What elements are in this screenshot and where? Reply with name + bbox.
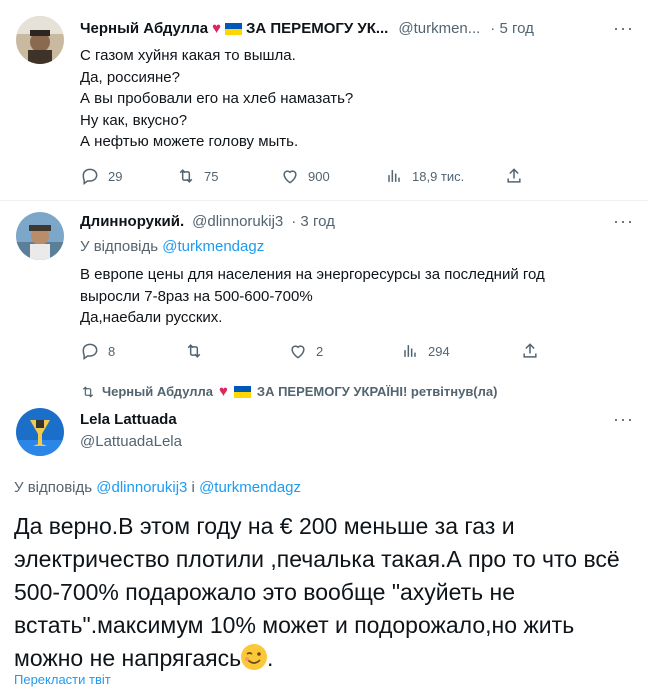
avatar[interactable] bbox=[16, 408, 64, 456]
more-options-button[interactable]: ··· bbox=[613, 18, 634, 39]
ukraine-flag-icon bbox=[233, 385, 251, 398]
more-options-button[interactable]: ··· bbox=[613, 211, 634, 232]
translate-tweet-link[interactable]: Перекласти твіт bbox=[14, 672, 111, 687]
reply-mention[interactable]: @turkmendagz bbox=[162, 238, 264, 255]
handle[interactable]: @dlinnorukij3 bbox=[192, 213, 283, 230]
timestamp[interactable]: · 3 год bbox=[291, 213, 335, 230]
tweet-header: Длиннорукий. @dlinnorukij3 · 3 год bbox=[80, 213, 335, 230]
like-count: 2 bbox=[316, 343, 324, 359]
retweet-banner[interactable]: Черный Абдулла ♥ ЗА ПЕРЕМОГУ УКРАЇНІ! ре… bbox=[80, 383, 497, 400]
view-count: 18,9 тис. bbox=[412, 168, 465, 184]
tweet-text: С газом хуйня какая то вышла. Да, россия… bbox=[80, 45, 353, 153]
heart-emoji-icon: ♥ bbox=[212, 20, 221, 37]
retweet-button[interactable] bbox=[184, 341, 288, 361]
reply-icon bbox=[82, 343, 98, 360]
display-name[interactable]: Черный Абдулла bbox=[80, 20, 208, 37]
views-button[interactable]: 294 bbox=[400, 341, 520, 361]
ukraine-flag-icon bbox=[225, 22, 242, 35]
text-line: С газом хуйня какая то вышла. bbox=[80, 47, 296, 64]
winking-face-emoji-icon bbox=[241, 644, 268, 670]
action-bar: 8 2 294 bbox=[80, 341, 560, 361]
reply-button[interactable]: 29 bbox=[80, 166, 176, 186]
text-line: Да,наебали русских. bbox=[80, 309, 223, 326]
views-button[interactable]: 18,9 тис. bbox=[384, 166, 504, 186]
display-name[interactable]: Длиннорукий. bbox=[80, 213, 184, 230]
heart-icon bbox=[283, 170, 297, 184]
tweet-body: Да верно.В этом году на € 200 меньше за … bbox=[14, 513, 620, 671]
like-button[interactable]: 900 bbox=[280, 166, 384, 186]
analytics-icon bbox=[404, 345, 416, 357]
tweet-header: Черный Абдулла ♥ ЗА ПЕРЕМОГУ УК... @turk… bbox=[80, 20, 534, 37]
retweet-icon bbox=[187, 344, 201, 358]
reply-prefix: У відповідь bbox=[14, 479, 93, 496]
avatar[interactable] bbox=[16, 212, 64, 260]
text-line: В европе цены для населения на энергорес… bbox=[80, 266, 545, 283]
display-name[interactable]: Lela Lattuada bbox=[80, 411, 177, 428]
tweet-1[interactable]: Черный Абдулла ♥ ЗА ПЕРЕМОГУ УК... @turk… bbox=[0, 0, 648, 200]
reply-mention[interactable]: @turkmendagz bbox=[199, 479, 301, 496]
retweet-icon bbox=[82, 385, 94, 398]
retweet-suffix: ЗА ПЕРЕМОГУ УКРАЇНІ! ретвітнув(ла) bbox=[256, 384, 498, 399]
analytics-icon bbox=[388, 170, 400, 182]
reply-context: У відповідь @dlinnorukij3 і @turkmendagz bbox=[14, 479, 301, 496]
share-button[interactable] bbox=[504, 166, 524, 186]
text-line: Ну как, вкусно? bbox=[80, 111, 188, 129]
like-count: 900 bbox=[308, 168, 330, 184]
retweet-count: 75 bbox=[204, 168, 219, 184]
timestamp[interactable]: · 5 год bbox=[490, 20, 534, 37]
reply-icon bbox=[82, 168, 98, 185]
retweeter-name[interactable]: Черный Абдулла bbox=[102, 384, 213, 399]
action-bar: 29 75 900 18,9 тис. bbox=[80, 166, 560, 186]
like-button[interactable]: 2 bbox=[288, 341, 400, 361]
tweet-text: В европе цены для населения на энергорес… bbox=[80, 264, 545, 329]
reply-joiner: і bbox=[191, 479, 195, 496]
reply-button[interactable]: 8 bbox=[80, 341, 184, 361]
display-name-suffix[interactable]: ЗА ПЕРЕМОГУ УК... bbox=[246, 20, 388, 37]
more-options-button[interactable]: ··· bbox=[613, 409, 634, 430]
reply-prefix: У відповідь bbox=[80, 238, 159, 255]
reply-mention[interactable]: @dlinnorukij3 bbox=[96, 479, 187, 496]
text-line: А вы пробовали его на хлеб намазать? bbox=[80, 90, 354, 107]
tweet-body-end: . bbox=[267, 645, 274, 671]
text-line: А нефтью можете голову мыть. bbox=[80, 133, 299, 150]
view-count: 294 bbox=[428, 343, 450, 359]
handle[interactable]: @LattuadaLela bbox=[80, 433, 182, 450]
avatar[interactable] bbox=[16, 16, 64, 64]
share-button[interactable] bbox=[520, 341, 540, 361]
share-icon bbox=[507, 168, 521, 183]
reply-context: У відповідь @turkmendagz bbox=[80, 238, 264, 255]
retweet-button[interactable]: 75 bbox=[176, 166, 280, 186]
tweet-header: Lela Lattuada bbox=[80, 411, 177, 428]
heart-emoji-icon: ♥ bbox=[219, 383, 228, 400]
handle[interactable]: @turkmen... bbox=[398, 20, 480, 37]
share-icon bbox=[523, 343, 537, 358]
tweet-text: Да верно.В этом году на € 200 меньше за … bbox=[14, 510, 639, 675]
reply-count: 8 bbox=[108, 343, 116, 359]
reply-count: 29 bbox=[108, 168, 123, 184]
heart-icon bbox=[291, 345, 305, 359]
text-line: Да, россияне? bbox=[80, 68, 180, 86]
retweet-icon bbox=[179, 169, 193, 183]
text-line: выросли 7-8раз на 500-600-700% bbox=[80, 287, 313, 305]
